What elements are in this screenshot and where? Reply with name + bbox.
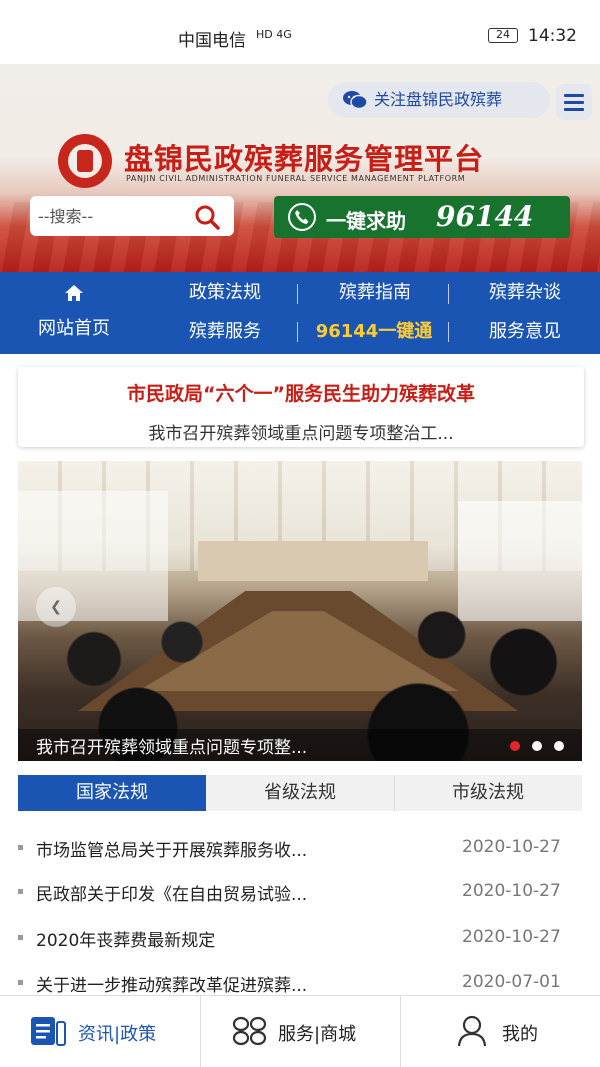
- grid-icon: [232, 1016, 267, 1046]
- carousel-prev-button[interactable]: ❮: [36, 587, 76, 627]
- tab-provincial[interactable]: 省级法规: [206, 775, 394, 811]
- tab-municipal[interactable]: 市级法规: [394, 775, 582, 811]
- carousel-dot[interactable]: [532, 741, 542, 751]
- help-label: 一键求助: [326, 209, 406, 233]
- follow-label: 关注盘锦民政殡葬: [374, 90, 503, 109]
- carousel-dot[interactable]: [554, 741, 564, 751]
- list-item-date: 2020-07-01: [462, 972, 561, 992]
- bullet-icon: [18, 980, 23, 985]
- bullet-icon: [18, 845, 23, 850]
- header-banner: 关注盘锦民政殡葬 盘锦民政殡葬服务管理平台 PANJIN CIVIL ADMIN…: [0, 64, 600, 272]
- bottom-tab-service[interactable]: 服务|商城: [200, 996, 400, 1067]
- bullet-icon: [18, 935, 23, 940]
- nav-item-feedback[interactable]: 服务意见: [470, 317, 580, 347]
- tab-national[interactable]: 国家法规: [18, 775, 206, 811]
- user-icon: [457, 1015, 487, 1047]
- photo-wall: [198, 541, 428, 581]
- site-subtitle: PANJIN CIVIL ADMINISTRATION FUNERAL SERV…: [126, 174, 466, 183]
- home-icon: [65, 285, 83, 301]
- carousel-dot[interactable]: [510, 741, 520, 751]
- headline-subtitle[interactable]: 我市召开殡葬领域重点问题专项整治工...: [18, 419, 584, 444]
- wechat-icon: [343, 91, 368, 110]
- battery-icon: 24: [488, 28, 518, 43]
- emergency-help-button[interactable]: 一键求助 96144: [274, 196, 570, 238]
- list-item-date: 2020-10-27: [462, 927, 561, 947]
- bottom-tab-profile[interactable]: 我的: [400, 996, 600, 1067]
- search-box[interactable]: [30, 196, 234, 236]
- nav-item-guide[interactable]: 殡葬指南: [320, 278, 430, 308]
- bottom-tab-news-label: 资讯|政策: [78, 1024, 157, 1045]
- headline-title[interactable]: 市民政局“六个一”服务民生助力殡葬改革: [18, 379, 584, 406]
- network-indicator: HD 4G: [256, 28, 292, 41]
- bullet-icon: [18, 889, 23, 894]
- list-item-title[interactable]: 关于进一步推动殡葬改革促进殡葬...: [36, 971, 307, 996]
- phone-icon: [288, 203, 316, 231]
- logo-emblem: [58, 134, 112, 188]
- list-item-date: 2020-10-27: [462, 837, 561, 857]
- headline-card[interactable]: 市民政局“六个一”服务民生助力殡葬改革 我市召开殡葬领域重点问题专项整治工...: [18, 367, 584, 447]
- list-item-title[interactable]: 市场监管总局关于开展殡葬服务收...: [36, 836, 307, 861]
- regulation-tabs: 国家法规 省级法规 市级法规: [18, 775, 582, 811]
- nav-item-service[interactable]: 殡葬服务: [170, 317, 280, 347]
- carrier-label: 中国电信: [178, 31, 246, 51]
- carousel-caption-bar: 我市召开殡葬领域重点问题专项整...: [18, 729, 582, 761]
- carousel-caption[interactable]: 我市召开殡葬领域重点问题专项整...: [36, 733, 307, 758]
- list-item[interactable]: 2020年丧葬费最新规定 2020-10-27: [0, 918, 600, 958]
- site-title: 盘锦民政殡葬服务管理平台: [124, 142, 485, 176]
- follow-wechat-button[interactable]: 关注盘锦民政殡葬: [328, 82, 550, 118]
- clock: 14:32: [528, 26, 577, 46]
- news-carousel[interactable]: ❮ 我市召开殡葬领域重点问题专项整...: [18, 461, 582, 761]
- status-bar: 中国电信 HD 4G 24 14:32: [0, 0, 600, 64]
- menu-button[interactable]: [556, 84, 592, 120]
- list-item-title[interactable]: 2020年丧葬费最新规定: [36, 926, 215, 951]
- bottom-tab-bar: 资讯|政策 服务|商城 我的: [0, 995, 600, 1067]
- list-item[interactable]: 市场监管总局关于开展殡葬服务收... 2020-10-27: [0, 828, 600, 868]
- list-item-title[interactable]: 民政部关于印发《在自由贸易试验...: [36, 880, 307, 905]
- bottom-tab-news[interactable]: 资讯|政策: [0, 996, 200, 1067]
- nav-home[interactable]: 网站首页: [0, 272, 148, 354]
- nav-item-policy[interactable]: 政策法规: [170, 278, 280, 308]
- list-item[interactable]: 民政部关于印发《在自由贸易试验... 2020-10-27: [0, 872, 600, 912]
- list-item-date: 2020-10-27: [462, 881, 561, 901]
- nav-item-talk[interactable]: 殡葬杂谈: [470, 278, 580, 308]
- bottom-tab-profile-label: 我的: [502, 1024, 538, 1045]
- main-nav: 网站首页 政策法规 殡葬指南 殡葬杂谈 殡葬服务 96144一键通 服务意见: [0, 272, 600, 354]
- news-icon: [31, 1017, 66, 1046]
- help-number: 96144: [436, 200, 534, 233]
- search-icon[interactable]: [194, 204, 220, 230]
- search-input[interactable]: [38, 204, 188, 228]
- nav-home-label: 网站首页: [38, 318, 110, 339]
- bottom-tab-service-label: 服务|商城: [278, 1024, 357, 1045]
- nav-item-hotline[interactable]: 96144一键通: [300, 317, 448, 347]
